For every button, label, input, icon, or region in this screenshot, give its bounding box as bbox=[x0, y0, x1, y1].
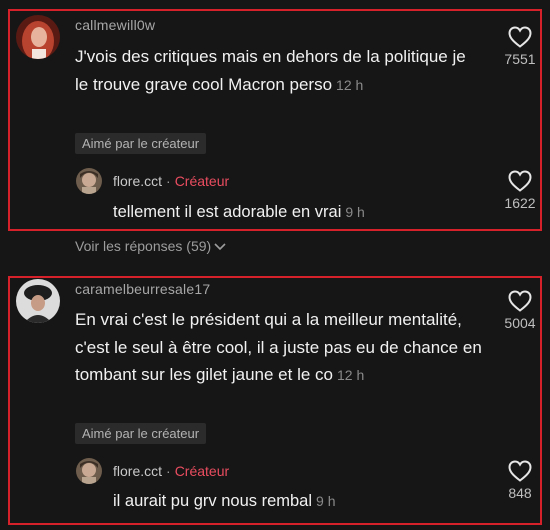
separator-dot: · bbox=[166, 173, 171, 189]
reply-username[interactable]: flore.cct bbox=[113, 463, 162, 479]
reply-header: flore.cct · Créateur bbox=[113, 463, 229, 479]
like-count: 848 bbox=[508, 485, 532, 501]
view-replies-button[interactable]: Voir les réponses (59) bbox=[75, 238, 226, 254]
like-button[interactable]: 5004 bbox=[495, 290, 545, 333]
heart-icon bbox=[508, 460, 532, 482]
comment-body: En vrai c'est le président qui a la meil… bbox=[75, 310, 482, 384]
reply-like-button[interactable]: 848 bbox=[495, 460, 545, 503]
reply-time: 9 h bbox=[345, 204, 365, 220]
comment-time: 12 h bbox=[336, 367, 365, 383]
reply-text: il aurait pu grv nous rembal 9 h bbox=[113, 488, 335, 516]
reply-like-button[interactable]: 1622 bbox=[495, 170, 545, 213]
comment-username[interactable]: callmewill0w bbox=[75, 17, 155, 33]
creator-label: Créateur bbox=[174, 463, 230, 479]
reply-username[interactable]: flore.cct bbox=[113, 173, 162, 189]
avatar[interactable] bbox=[16, 15, 60, 59]
heart-icon bbox=[508, 26, 532, 48]
reply-body: il aurait pu grv nous rembal bbox=[113, 492, 313, 510]
heart-icon bbox=[508, 290, 532, 312]
reply-body: tellement il est adorable en vrai bbox=[113, 203, 342, 221]
reply-time: 9 h bbox=[316, 493, 336, 509]
like-button[interactable]: 7551 bbox=[495, 26, 545, 69]
reply-header: flore.cct · Créateur bbox=[113, 173, 229, 189]
reply-avatar[interactable] bbox=[76, 458, 102, 484]
comment-body: J'vois des critiques mais en dehors de l… bbox=[75, 47, 466, 94]
comment-text: J'vois des critiques mais en dehors de l… bbox=[75, 43, 475, 99]
comment-time: 12 h bbox=[336, 76, 364, 93]
reply-avatar[interactable] bbox=[76, 168, 102, 194]
heart-icon bbox=[508, 170, 532, 192]
view-replies-label: Voir les réponses (59) bbox=[75, 238, 212, 254]
comment-text: En vrai c'est le président qui a la meil… bbox=[75, 306, 485, 390]
like-count: 7551 bbox=[504, 51, 536, 67]
creator-label: Créateur bbox=[174, 173, 230, 189]
separator-dot: · bbox=[166, 463, 171, 479]
chevron-down-icon bbox=[214, 243, 226, 251]
liked-by-creator-badge: Aimé par le créateur bbox=[75, 423, 207, 444]
avatar[interactable] bbox=[16, 279, 60, 323]
comment-username[interactable]: caramelbeurresale17 bbox=[75, 281, 210, 297]
like-count: 5004 bbox=[504, 315, 536, 331]
reply-text: tellement il est adorable en vrai 9 h bbox=[113, 199, 365, 227]
like-count: 1622 bbox=[504, 195, 536, 211]
liked-by-creator-badge: Aimé par le créateur bbox=[75, 133, 207, 154]
